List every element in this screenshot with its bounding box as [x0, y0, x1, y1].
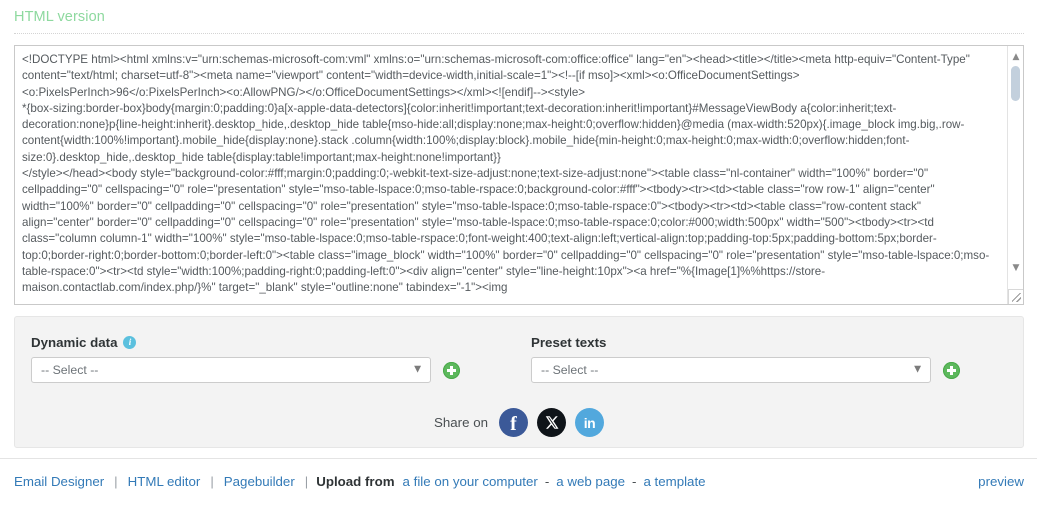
facebook-glyph: f [510, 412, 517, 435]
dynamic-data-group: Dynamic data i -- Select -- ▼ [31, 335, 460, 383]
link-preview[interactable]: preview [978, 474, 1024, 489]
scroll-down-icon[interactable]: ▼ [1008, 260, 1023, 276]
preset-texts-row: -- Select -- ▼ [531, 357, 960, 383]
chevron-down-icon: ▼ [414, 364, 421, 375]
page-title: HTML version [14, 9, 105, 25]
code-scrollbar[interactable]: ▲ ▼ [1007, 46, 1023, 304]
preset-texts-label: Preset texts [531, 335, 607, 350]
share-label: Share on [434, 415, 488, 430]
preset-texts-select[interactable]: -- Select -- ▼ [531, 357, 931, 383]
footer-separator: | [114, 474, 118, 489]
footer-dash: - [632, 474, 637, 489]
info-icon[interactable]: i [123, 336, 137, 349]
scrollbar-thumb[interactable] [1011, 66, 1020, 101]
scroll-up-icon[interactable]: ▲ [1008, 49, 1023, 65]
link-pagebuilder[interactable]: Pagebuilder [224, 474, 295, 489]
preset-texts-group: Preset texts -- Select -- ▼ [531, 335, 960, 383]
html-version-page: HTML version <!DOCTYPE html><html xmlns:… [0, 0, 1037, 525]
linkedin-share-icon[interactable]: in [574, 408, 604, 437]
preset-texts-select-value: -- Select -- [541, 363, 599, 377]
footer-divider [0, 458, 1037, 459]
dynamic-data-label: Dynamic data [31, 335, 118, 350]
footer-separator: | [304, 474, 309, 489]
title-divider [14, 33, 1024, 35]
linkedin-glyph: in [583, 414, 596, 431]
add-preset-text-button[interactable] [943, 361, 960, 379]
link-email-designer[interactable]: Email Designer [14, 474, 104, 489]
upload-from-label: Upload from [316, 474, 395, 489]
add-dynamic-data-button[interactable] [443, 361, 460, 379]
facebook-share-icon[interactable]: f [498, 408, 528, 437]
html-code-content[interactable]: <!DOCTYPE html><html xmlns:v="urn:schema… [22, 52, 994, 298]
footer-links: Email Designer | HTML editor | Pagebuild… [14, 474, 1024, 489]
link-web-page[interactable]: a web page [556, 474, 625, 489]
html-code-textarea[interactable]: <!DOCTYPE html><html xmlns:v="urn:schema… [14, 45, 1024, 305]
link-html-editor[interactable]: HTML editor [128, 474, 201, 489]
footer-dash: - [544, 474, 550, 489]
x-logo-glyph [545, 416, 559, 429]
x-share-icon[interactable] [536, 408, 566, 437]
preset-texts-label-row: Preset texts [531, 335, 960, 350]
dynamic-data-row: -- Select -- ▼ [31, 357, 460, 383]
footer-separator: | [210, 474, 214, 489]
dynamic-data-label-row: Dynamic data i [31, 335, 460, 350]
link-file-on-computer[interactable]: a file on your computer [403, 474, 538, 489]
link-template[interactable]: a template [643, 474, 705, 489]
dynamic-data-select[interactable]: -- Select -- ▼ [31, 357, 431, 383]
share-row: Share on f in [15, 408, 1023, 437]
tools-panel: Dynamic data i -- Select -- ▼ Preset tex… [14, 316, 1024, 448]
dynamic-data-select-value: -- Select -- [41, 363, 99, 377]
chevron-down-icon: ▼ [914, 364, 921, 375]
resize-handle-icon[interactable] [1008, 289, 1023, 304]
